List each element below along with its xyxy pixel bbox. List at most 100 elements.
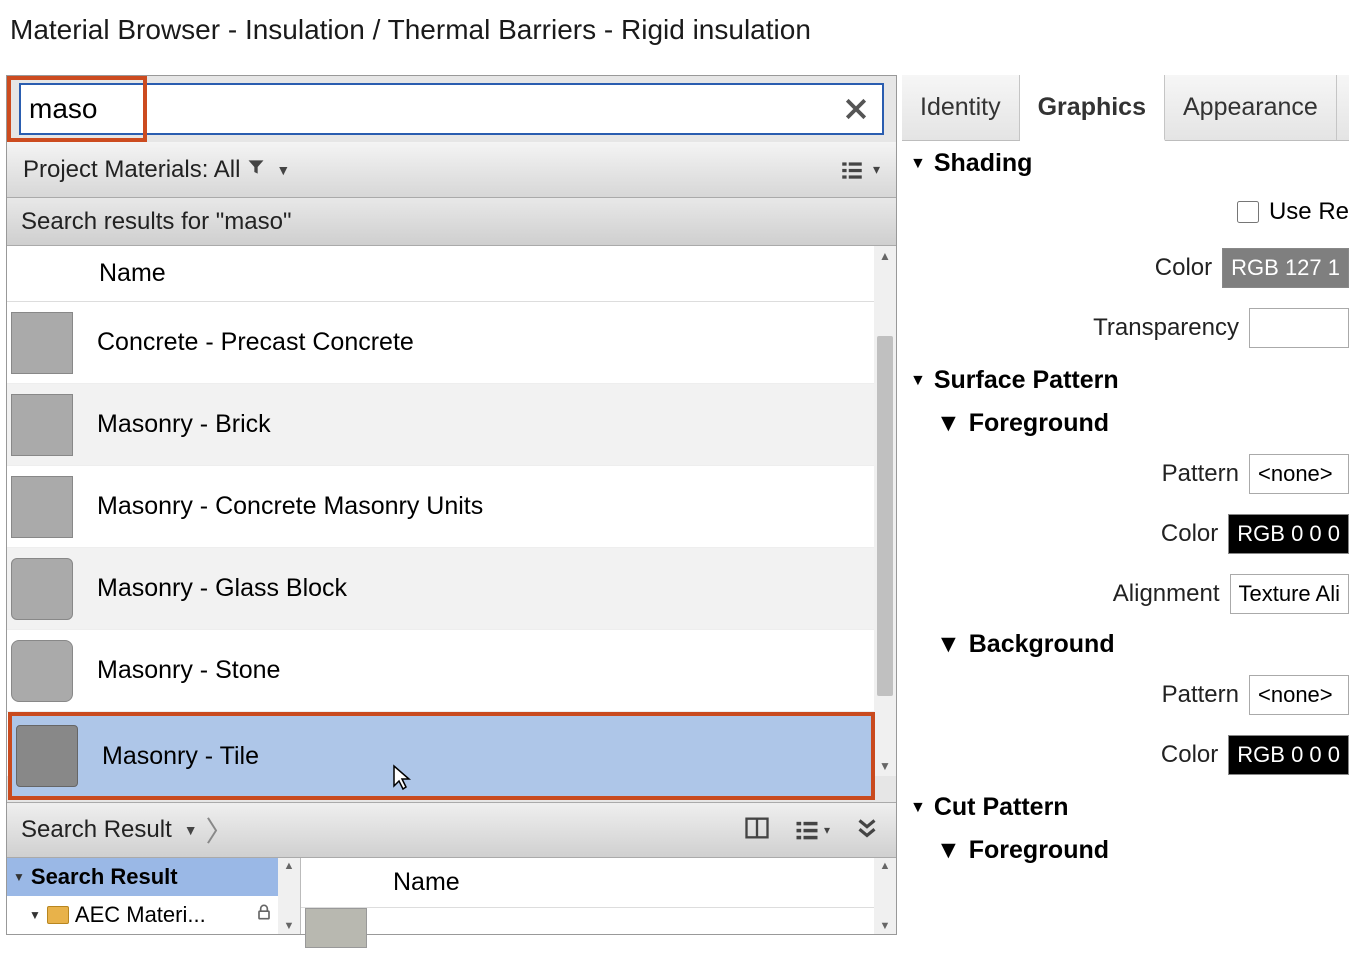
- bg-color-swatch[interactable]: RGB 0 0 0: [1228, 735, 1349, 775]
- tree-disclose-icon[interactable]: ▼: [13, 870, 25, 884]
- alignment-label: Alignment: [910, 580, 1220, 608]
- subsection-label: Foreground: [969, 409, 1109, 438]
- subsection-foreground[interactable]: ▼ Foreground: [902, 403, 1349, 444]
- library-thumbnail: [305, 908, 367, 948]
- tab-identity[interactable]: Identity: [902, 75, 1020, 140]
- scroll-thumb[interactable]: [877, 336, 893, 696]
- use-render-row: Use Re: [902, 186, 1349, 238]
- project-materials-filter[interactable]: Project Materials: All ▼: [23, 156, 290, 184]
- filter-label: Project Materials: All: [23, 156, 240, 184]
- transparency-label: Transparency: [910, 314, 1239, 342]
- tree-item-aec-materials[interactable]: ▼ AEC Materi...: [7, 896, 300, 934]
- results-label: Search results for "maso": [7, 198, 896, 246]
- shading-color-swatch[interactable]: RGB 127 1: [1222, 248, 1349, 288]
- window-title: Material Browser - Insulation / Thermal …: [0, 0, 1349, 60]
- material-row[interactable]: Concrete - Precast Concrete: [7, 302, 874, 384]
- bg-pattern-field[interactable]: <none>: [1249, 675, 1349, 715]
- cursor-icon: [391, 764, 413, 797]
- disclose-icon: ▼: [936, 836, 961, 865]
- scroll-up-icon[interactable]: ▲: [874, 246, 896, 266]
- fg-color-swatch[interactable]: RGB 0 0 0: [1228, 514, 1349, 554]
- library-tree: ▼ Search Result ▼ AEC Materi... ▲ ▼: [7, 858, 301, 934]
- tree-label: AEC Materi...: [75, 902, 206, 928]
- color-label: Color: [910, 254, 1212, 282]
- chevron-down-icon: ▼: [276, 162, 290, 178]
- material-name: Masonry - Glass Block: [83, 574, 347, 603]
- subsection-label: Foreground: [969, 836, 1109, 865]
- library-scrollbar[interactable]: ▲ ▼: [874, 858, 896, 934]
- material-row[interactable]: Masonry - Brick: [7, 384, 874, 466]
- section-label: Surface Pattern: [934, 366, 1119, 395]
- tab-appearance[interactable]: Appearance: [1165, 75, 1337, 140]
- material-row[interactable]: Masonry - Stone: [7, 630, 874, 712]
- clear-search-button[interactable]: [836, 89, 876, 129]
- tree-scrollbar[interactable]: ▲ ▼: [278, 858, 300, 934]
- tree-item-search-result[interactable]: ▼ Search Result: [7, 858, 300, 896]
- lock-icon: [254, 902, 274, 928]
- tree-label: Search Result: [31, 864, 178, 890]
- scroll-down-icon[interactable]: ▼: [874, 918, 896, 934]
- material-name: Masonry - Brick: [83, 410, 271, 439]
- disclose-icon: ▼: [936, 630, 961, 659]
- material-row[interactable]: Masonry - Concrete Masonry Units: [7, 466, 874, 548]
- section-surface-pattern[interactable]: ▼ Surface Pattern: [902, 358, 1349, 403]
- results-scrollbar[interactable]: ▲ ▼: [874, 246, 896, 776]
- material-row[interactable]: Masonry - Glass Block: [7, 548, 874, 630]
- alignment-field[interactable]: Texture Ali: [1230, 574, 1349, 614]
- subsection-label: Background: [969, 630, 1115, 659]
- bg-pattern-row: Pattern <none>: [902, 665, 1349, 725]
- search-bar: [7, 76, 896, 142]
- chevron-down-icon: ▼: [184, 822, 198, 838]
- results-list: Name Concrete - Precast Concrete Masonry…: [7, 246, 896, 776]
- material-name: Masonry - Concrete Masonry Units: [83, 492, 483, 521]
- funnel-icon: [246, 156, 266, 184]
- material-thumbnail: [11, 312, 73, 374]
- chevron-down-icon: ▾: [873, 161, 880, 178]
- breadcrumb[interactable]: Search Result ▼ 〉: [21, 810, 234, 850]
- panel-layout-button[interactable]: [743, 814, 771, 847]
- column-header-name[interactable]: Name: [7, 246, 896, 302]
- material-thumbnail: [11, 558, 73, 620]
- scroll-up-icon[interactable]: ▲: [874, 858, 896, 874]
- color-label: Color: [910, 520, 1218, 548]
- scroll-down-icon[interactable]: ▼: [278, 918, 300, 934]
- library-breadcrumb-bar: Search Result ▼ 〉 ▾: [7, 802, 896, 858]
- scroll-up-icon[interactable]: ▲: [278, 858, 300, 874]
- material-thumbnail: [16, 725, 78, 787]
- section-shading[interactable]: ▼ Shading: [902, 141, 1349, 186]
- pattern-label: Pattern: [910, 681, 1239, 709]
- material-name: Concrete - Precast Concrete: [83, 328, 414, 357]
- section-label: Shading: [934, 149, 1033, 178]
- material-name: Masonry - Tile: [88, 742, 259, 771]
- transparency-field[interactable]: [1249, 308, 1349, 348]
- bg-color-row: Color RGB 0 0 0: [902, 725, 1349, 785]
- fg-pattern-field[interactable]: <none>: [1249, 454, 1349, 494]
- search-input[interactable]: [21, 93, 836, 125]
- library-column-name[interactable]: Name: [301, 858, 896, 908]
- folder-icon: [47, 906, 69, 924]
- scroll-down-icon[interactable]: ▼: [874, 756, 896, 776]
- expand-library-button[interactable]: [852, 813, 882, 848]
- search-input-box[interactable]: [19, 83, 884, 135]
- section-cut-pattern[interactable]: ▼ Cut Pattern: [902, 785, 1349, 830]
- material-row-selected[interactable]: Masonry - Tile: [8, 712, 875, 800]
- tab-graphics[interactable]: Graphics: [1020, 75, 1165, 141]
- disclose-icon: ▼: [936, 409, 961, 438]
- subsection-cut-foreground[interactable]: ▼ Foreground: [902, 830, 1349, 871]
- tree-disclose-icon[interactable]: ▼: [29, 908, 41, 922]
- disclose-icon: ▼: [910, 372, 926, 390]
- color-label: Color: [910, 741, 1218, 769]
- fg-color-row: Color RGB 0 0 0: [902, 504, 1349, 564]
- filter-toolbar: Project Materials: All ▼ ▾: [7, 142, 896, 198]
- subsection-background[interactable]: ▼ Background: [902, 624, 1349, 665]
- use-render-checkbox[interactable]: [1237, 201, 1259, 223]
- library-view-button[interactable]: ▾: [793, 816, 830, 844]
- disclose-icon: ▼: [910, 155, 926, 173]
- view-mode-button[interactable]: ▾: [839, 157, 880, 183]
- breadcrumb-label: Search Result: [21, 816, 172, 844]
- properties-panel: Identity Graphics Appearance ▼ Shading U…: [902, 75, 1349, 974]
- breadcrumb-arrow-icon: 〉: [206, 810, 234, 850]
- left-panel: Project Materials: All ▼ ▾ Search result…: [6, 75, 897, 935]
- material-thumbnail: [11, 394, 73, 456]
- material-name: Masonry - Stone: [83, 656, 280, 685]
